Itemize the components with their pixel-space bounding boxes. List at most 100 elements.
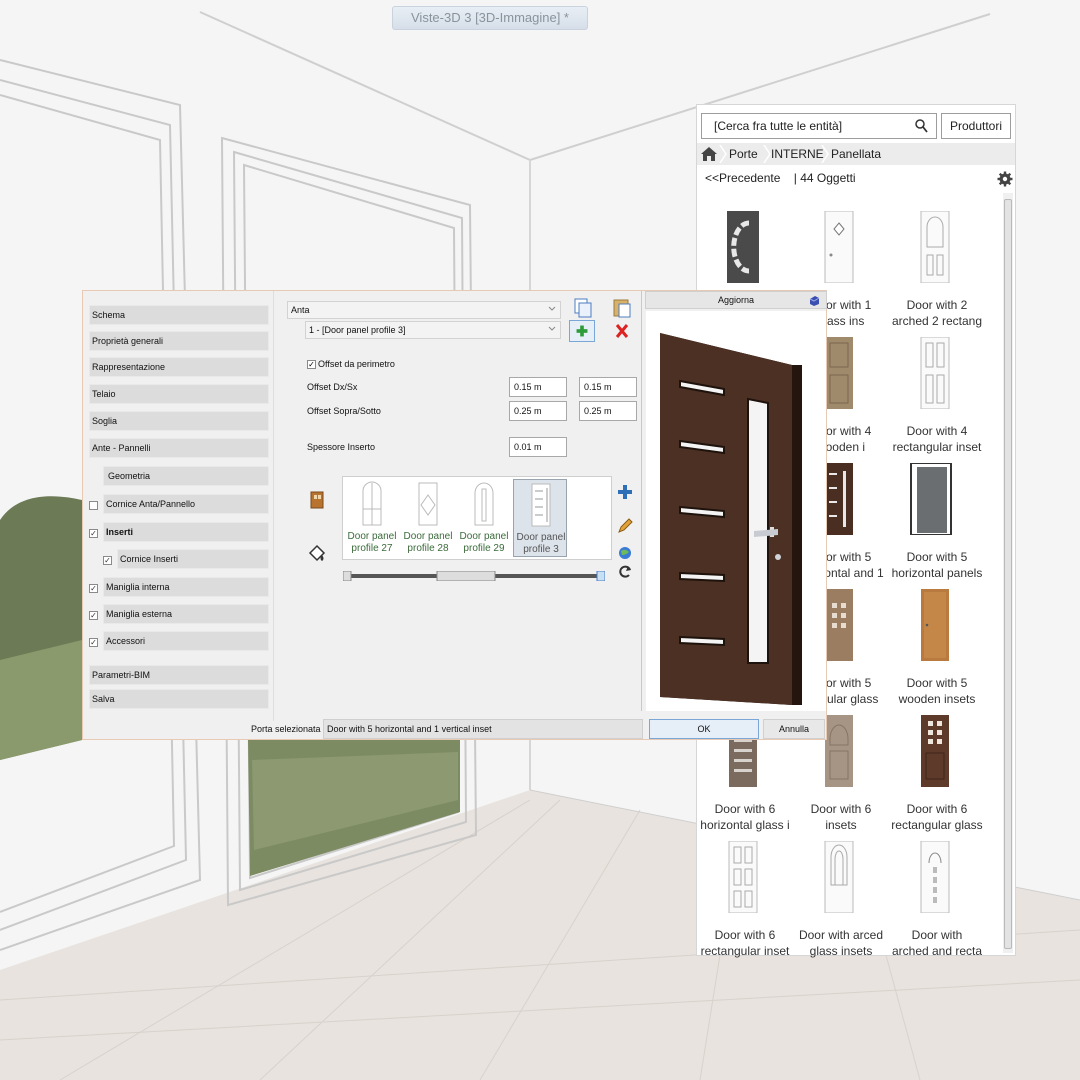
- door-3d-preview[interactable]: [646, 311, 826, 711]
- selected-door-label: Porta selezionata: [251, 724, 321, 734]
- breadcrumb-porte[interactable]: Porte: [729, 143, 758, 165]
- profile-gallery[interactable]: Door panel profile 27 Door panel profile 2…: [342, 476, 612, 560]
- profile-gallery-scrollbar[interactable]: [343, 571, 605, 581]
- paste-icon[interactable]: [609, 297, 635, 319]
- thickness-input[interactable]: 0.01 m: [509, 437, 567, 457]
- door-thumbnail-icon: [920, 841, 950, 913]
- offset-top-label: Offset Sopra/Sotto: [307, 406, 381, 416]
- offset-top-input-1[interactable]: 0.25 m: [509, 401, 567, 421]
- catalog-item-label: Door with 5 horizontal panels: [891, 550, 983, 580]
- profile-item[interactable]: Door panel profile 27: [345, 479, 399, 557]
- nav-leaf-frame[interactable]: Cornice Anta/Pannello: [103, 494, 269, 514]
- profile-item[interactable]: Door panel profile 29: [457, 479, 511, 557]
- offset-dx-input-1[interactable]: 0.15 m: [509, 377, 567, 397]
- catalog-item[interactable]: Door with 6 rectangular glass: [889, 715, 985, 835]
- add-icon[interactable]: [569, 320, 595, 342]
- edit-pencil-icon[interactable]: [615, 515, 635, 537]
- catalog-item[interactable]: Door with 2 arched 2 rectang: [889, 211, 985, 331]
- door-thumbnail-icon: [921, 589, 949, 661]
- catalog-item[interactable]: Door with arched and recta: [889, 841, 985, 961]
- catalog-item[interactable]: Door with 5 horizontal panels: [889, 463, 985, 583]
- chevron-down-icon: [548, 326, 556, 331]
- nav-insert-frame[interactable]: Cornice Inserti: [117, 549, 269, 569]
- object-count: | 44 Oggetti: [793, 171, 856, 185]
- offset-dx-input-2[interactable]: 0.15 m: [579, 377, 637, 397]
- catalog-item[interactable]: Door with 5 wooden insets: [889, 589, 985, 709]
- catalog-item-label: Door with 4 rectangular inset: [892, 424, 982, 454]
- nav-representation[interactable]: Rappresentazione: [89, 357, 269, 377]
- ok-button[interactable]: OK: [649, 719, 759, 739]
- catalog-item-label: Door with 6 insets: [810, 802, 872, 832]
- offset-perimeter-label: Offset da perimetro: [318, 359, 395, 369]
- refresh-icon[interactable]: [615, 561, 635, 583]
- panel-texture-icon[interactable]: [307, 489, 327, 511]
- nav-bim-parameters[interactable]: Parametri-BIM: [89, 665, 269, 685]
- door-thumbnail-icon: [824, 841, 854, 913]
- search-input[interactable]: [Cerca fra tutte le entità]: [701, 113, 937, 139]
- leaf-select[interactable]: Anta: [287, 301, 561, 319]
- delete-icon[interactable]: [609, 320, 635, 342]
- view-tab-title[interactable]: Viste-3D 3 [3D-Immagine] *: [392, 6, 588, 30]
- inner-handle-checkbox[interactable]: ✓: [89, 584, 98, 593]
- nav-outer-handle[interactable]: Maniglia esterna: [103, 604, 269, 624]
- catalog-item[interactable]: Door with arced glass insets: [793, 841, 889, 961]
- door-properties-dialog: Schema Proprietà generali Rappresentazio…: [82, 290, 827, 740]
- panel-profile-select[interactable]: 1 - [Door panel profile 3]: [305, 321, 561, 339]
- breadcrumb-panellata[interactable]: Panellata: [831, 143, 881, 165]
- door-thumbnail-icon: [921, 715, 949, 787]
- insert-frame-checkbox[interactable]: ✓: [103, 556, 112, 565]
- catalog-item[interactable]: Door with 4 rectangular inset: [889, 337, 985, 457]
- scrollbar-thumb[interactable]: [1004, 199, 1012, 949]
- breadcrumb-separator-icon: [719, 145, 727, 163]
- nav-accessories[interactable]: Accessori: [103, 631, 269, 651]
- catalog-scrollbar[interactable]: [1003, 193, 1013, 953]
- nav-divider: [273, 291, 274, 721]
- cancel-button[interactable]: Annulla: [763, 719, 825, 739]
- catalog-item-label: Door with 6 rectangular glass: [891, 802, 983, 832]
- previous-link[interactable]: <<Precedente: [705, 171, 780, 185]
- gear-icon[interactable]: [997, 171, 1013, 187]
- inserts-checkbox[interactable]: ✓: [89, 529, 98, 538]
- nav-leaves-panels[interactable]: Ante - Pannelli: [89, 438, 269, 458]
- nav-threshold[interactable]: Soglia: [89, 411, 269, 431]
- catalog-item-label: Door with arced glass insets: [798, 928, 884, 958]
- paint-bucket-icon[interactable]: [307, 543, 327, 565]
- home-icon[interactable]: [699, 145, 719, 163]
- catalog-item-label: Door with 5 wooden insets: [898, 676, 976, 706]
- producers-button[interactable]: Produttori: [941, 113, 1011, 139]
- profile-item-label: Door panel profile 29: [459, 531, 509, 554]
- catalog-item-label: Door with 6 rectangular inset: [700, 928, 790, 958]
- add-profile-icon[interactable]: [615, 481, 635, 503]
- offset-perimeter-checkbox[interactable]: ✓: [307, 360, 316, 369]
- outer-handle-checkbox[interactable]: ✓: [89, 611, 98, 620]
- update-preview-button[interactable]: Aggiorna: [645, 291, 827, 309]
- offset-dx-label: Offset Dx/Sx: [307, 382, 358, 392]
- catalog-item[interactable]: Door with 6 rectangular inset: [697, 841, 793, 961]
- profile-item[interactable]: Door panel profile 28: [401, 479, 455, 557]
- nav-general-properties[interactable]: Proprietà generali: [89, 331, 269, 351]
- offset-top-input-2[interactable]: 0.25 m: [579, 401, 637, 421]
- nav-schema[interactable]: Schema: [89, 305, 269, 325]
- nav-save[interactable]: Salva: [89, 689, 269, 709]
- door-preview-image: [660, 333, 802, 705]
- frame-checkbox[interactable]: [89, 501, 98, 510]
- breadcrumb-separator-icon: [821, 145, 829, 163]
- profile-item-label: Door panel profile 27: [347, 531, 397, 554]
- door-thumbnail-icon: [920, 211, 950, 283]
- panel-profile-icon: [418, 482, 438, 526]
- chevron-down-icon: [548, 306, 556, 311]
- copy-icon[interactable]: [569, 297, 595, 319]
- nav-inserts[interactable]: Inserti: [103, 522, 269, 542]
- nav-geometry[interactable]: Geometria: [103, 466, 269, 486]
- accessories-checkbox[interactable]: ✓: [89, 638, 98, 647]
- panel-profile-icon: [531, 483, 551, 527]
- breadcrumb-interne[interactable]: INTERNE: [771, 143, 824, 165]
- nav-inner-handle[interactable]: Maniglia interna: [103, 577, 269, 597]
- catalog-navigation: <<Precedente | 44 Oggetti: [705, 171, 866, 185]
- search-placeholder: [Cerca fra tutte le entità]: [714, 119, 843, 133]
- nav-frame[interactable]: Telaio: [89, 384, 269, 404]
- search-icon[interactable]: [914, 118, 928, 134]
- profile-item-label: Door panel profile 28: [403, 531, 453, 554]
- door-thumbnail-icon: [728, 841, 758, 913]
- profile-item-selected[interactable]: Door panel profile 3: [513, 479, 567, 557]
